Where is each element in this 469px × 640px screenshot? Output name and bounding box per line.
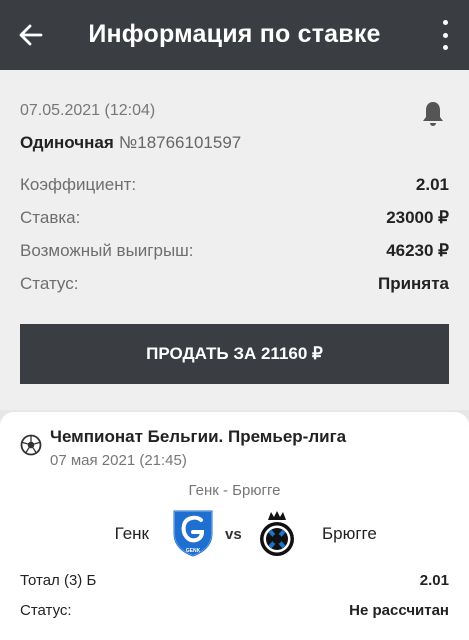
home-team-name: Генк [114,524,149,543]
event-card: Чемпионат Бельгии. Премьер-лига 07 мая 2… [0,412,469,640]
event-status-value: Не рассчитан [349,601,449,619]
genk-logo: GENK [173,510,213,557]
back-button[interactable] [16,21,46,49]
coefficient-row: Коэффициент: 2.01 [20,173,449,197]
stake-label: Ставка: [20,208,81,227]
stake-value: 23000 ₽ [386,208,449,227]
bet-summary: 07.05.2021 (12:04) Одиночная №1876610159… [0,70,469,410]
status-label: Статус: [20,274,79,293]
match-name: Генк - Брюгге [188,482,281,499]
outcome-coefficient: 2.01 [419,571,449,589]
event-date: 07 мая 2021 (21:45) [50,452,187,469]
possible-win-value: 46230 ₽ [386,241,449,260]
away-team-name: Брюгге [322,524,377,543]
more-vertical-icon[interactable] [439,20,451,50]
outcome-label: Тотал (3) Б [20,571,97,589]
coefficient-label: Коэффициент: [20,175,137,194]
stake-row: Ставка: 23000 ₽ [20,206,449,230]
sell-bet-button[interactable]: ПРОДАТЬ ЗА 21160 ₽ [20,324,449,384]
bet-number: №18766101597 [119,133,242,152]
possible-win-row: Возможный выигрыш: 46230 ₽ [20,239,449,263]
page-title: Информация по ставке [88,20,381,48]
event-status-row: Статус: Не рассчитан [20,598,449,622]
coefficient-value: 2.01 [415,175,449,194]
soccer-ball-icon [20,434,42,456]
status-row: Статус: Принята [20,272,449,296]
club-brugge-logo [260,511,294,556]
league-name: Чемпионат Бельгии. Премьер-лига [50,427,347,446]
status-value: Принята [377,274,449,293]
event-status-label: Статус: [20,601,72,619]
bet-date: 07.05.2021 (12:04) [20,102,156,119]
bet-type: Одиночная [20,133,114,152]
arrow-left-icon [19,24,43,46]
possible-win-label: Возможный выигрыш: [20,241,194,260]
versus-label: vs [225,526,242,543]
outcome-row: Тотал (3) Б 2.01 [20,568,449,592]
bell-icon[interactable] [421,100,445,128]
app-bar: Информация по ставке [0,0,469,70]
genk-logo-text: GENK [186,548,201,554]
